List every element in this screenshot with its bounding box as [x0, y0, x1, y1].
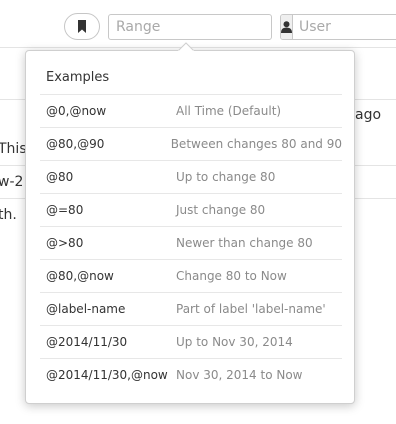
user-input[interactable]	[293, 15, 396, 39]
background-text: th.	[0, 207, 17, 223]
example-description: Between changes 80 and 90	[170, 137, 342, 151]
bookmark-icon	[78, 20, 86, 33]
user-icon	[281, 15, 293, 39]
example-code: @80,@90	[46, 137, 105, 151]
example-row[interactable]: @label-name Part of label 'label-name'	[40, 292, 342, 325]
bookmark-button[interactable]	[64, 13, 100, 40]
divider	[0, 47, 396, 48]
example-code: @2014/11/30	[46, 335, 128, 349]
example-description: Change 80 to Now	[176, 269, 287, 283]
example-code: @>80	[46, 236, 84, 250]
popover-title: Examples	[46, 70, 110, 85]
background-text: This	[0, 141, 27, 157]
range-input[interactable]	[108, 14, 272, 40]
example-description: All Time (Default)	[176, 104, 282, 118]
background-text: ago	[355, 107, 382, 123]
example-description: Part of label 'label-name'	[176, 302, 326, 316]
example-code: @0,@now	[46, 104, 107, 118]
example-row[interactable]: @0,@now All Time (Default)	[40, 94, 342, 127]
example-row[interactable]: @>80 Newer than change 80	[40, 226, 342, 259]
popover-arrow	[178, 42, 194, 51]
example-code: @2014/11/30,@now	[46, 368, 168, 382]
example-code: @80	[46, 170, 74, 184]
background-text: w-2	[0, 174, 24, 190]
range-examples-popover: Examples @0,@now All Time (Default) @80,…	[25, 50, 355, 404]
example-row[interactable]: @=80 Just change 80	[40, 193, 342, 226]
example-description: Nov 30, 2014 to Now	[176, 368, 303, 382]
user-filter	[280, 14, 396, 40]
example-description: Up to Nov 30, 2014	[176, 335, 293, 349]
example-row[interactable]: @80,@90 Between changes 80 and 90	[40, 127, 342, 160]
example-row[interactable]: @2014/11/30,@now Nov 30, 2014 to Now	[40, 358, 342, 391]
example-code: @80,@now	[46, 269, 114, 283]
page: ago This w-2 th. Examples @0,@now All Ti…	[0, 0, 396, 424]
example-description: Just change 80	[176, 203, 266, 217]
example-row[interactable]: @80 Up to change 80	[40, 160, 342, 193]
example-row[interactable]: @80,@now Change 80 to Now	[40, 259, 342, 292]
example-code: @label-name	[46, 302, 126, 316]
example-row[interactable]: @2014/11/30 Up to Nov 30, 2014	[40, 325, 342, 358]
example-description: Up to change 80	[176, 170, 276, 184]
example-code: @=80	[46, 203, 84, 217]
example-description: Newer than change 80	[176, 236, 313, 250]
